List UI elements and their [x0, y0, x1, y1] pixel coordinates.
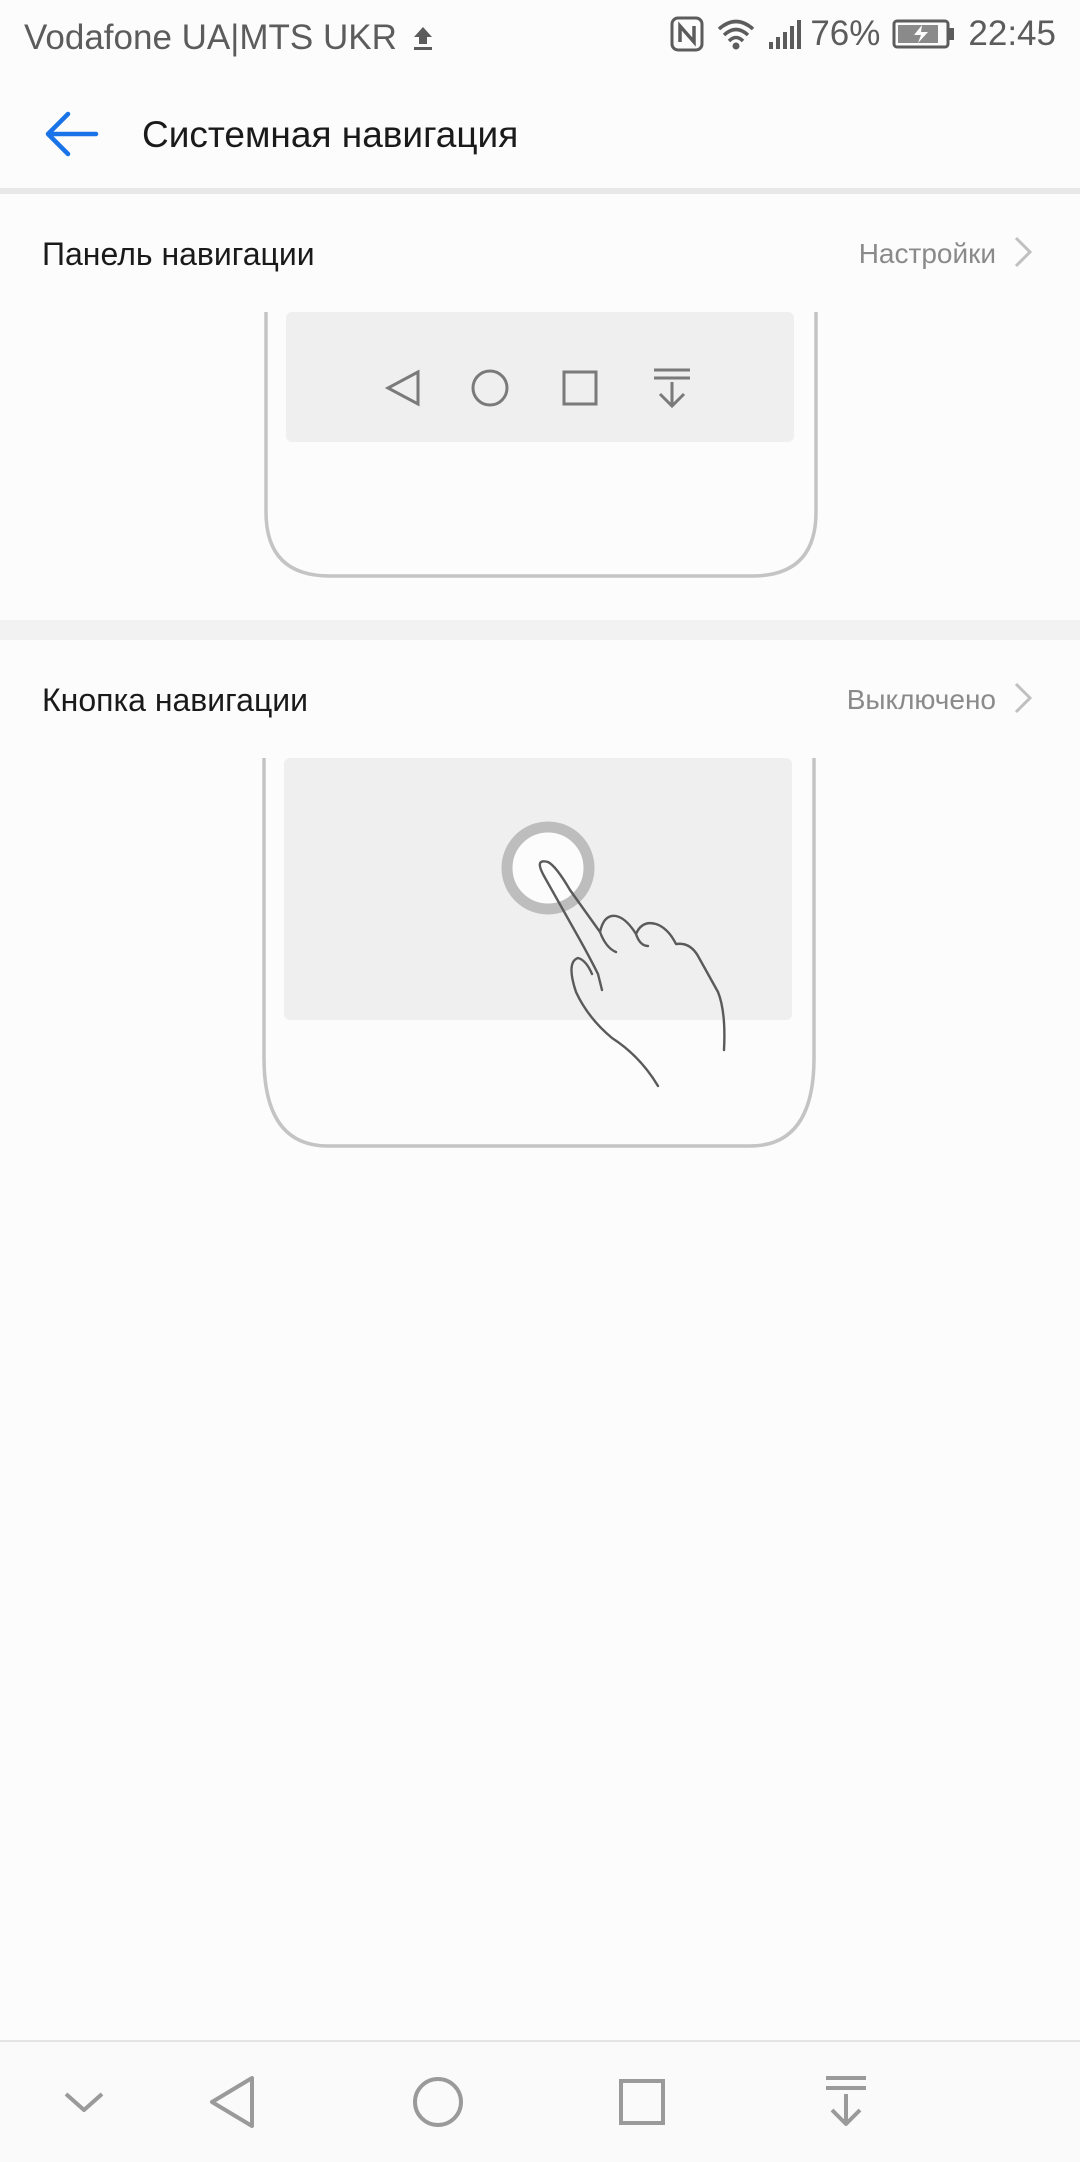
- hide-nav-button[interactable]: [44, 2062, 124, 2142]
- back-triangle-icon: [210, 2076, 254, 2128]
- back-button[interactable]: [36, 104, 106, 164]
- carrier-name: Vodafone UA|MTS UKR: [24, 18, 397, 57]
- section-separator: [0, 620, 1080, 640]
- battery-charging-icon: [892, 19, 955, 49]
- nav-home-button[interactable]: [398, 2062, 478, 2142]
- recents-square-icon: [619, 2079, 665, 2125]
- nav-recents-button[interactable]: [602, 2062, 682, 2142]
- wifi-icon: [718, 19, 755, 50]
- navigation-button-section: Кнопка навигации Выключено: [0, 640, 1080, 1160]
- phone-navigation-bar-illustration: [264, 312, 818, 578]
- system-navigation-bar: [0, 2040, 1080, 2162]
- status-icons: 76% 22:45: [658, 14, 1056, 54]
- upload-icon: [413, 27, 432, 50]
- clock: 22:45: [968, 14, 1056, 53]
- nav-back-button[interactable]: [194, 2062, 274, 2142]
- chevron-down-icon: [64, 2092, 104, 2112]
- nfc-icon: [670, 16, 704, 52]
- status-bar: Vodafone UA|MTS UKR 76% 22:45: [0, 0, 1080, 76]
- page-title: Системная навигация: [142, 114, 519, 155]
- notifications-pull-icon: [826, 2076, 866, 2126]
- nav-notifications-button[interactable]: [806, 2062, 886, 2142]
- battery-percent: 76%: [810, 14, 881, 53]
- navigation-bar-section: Панель навигации Настройки: [0, 194, 1080, 620]
- carrier-info: Vodafone UA|MTS UKR: [24, 18, 435, 58]
- arrow-left-icon: [45, 111, 99, 157]
- phone-floating-button-illustration: [262, 758, 816, 1148]
- signal-icon: [769, 20, 802, 49]
- app-bar: Системная навигация: [0, 76, 1080, 190]
- home-circle-icon: [413, 2077, 463, 2127]
